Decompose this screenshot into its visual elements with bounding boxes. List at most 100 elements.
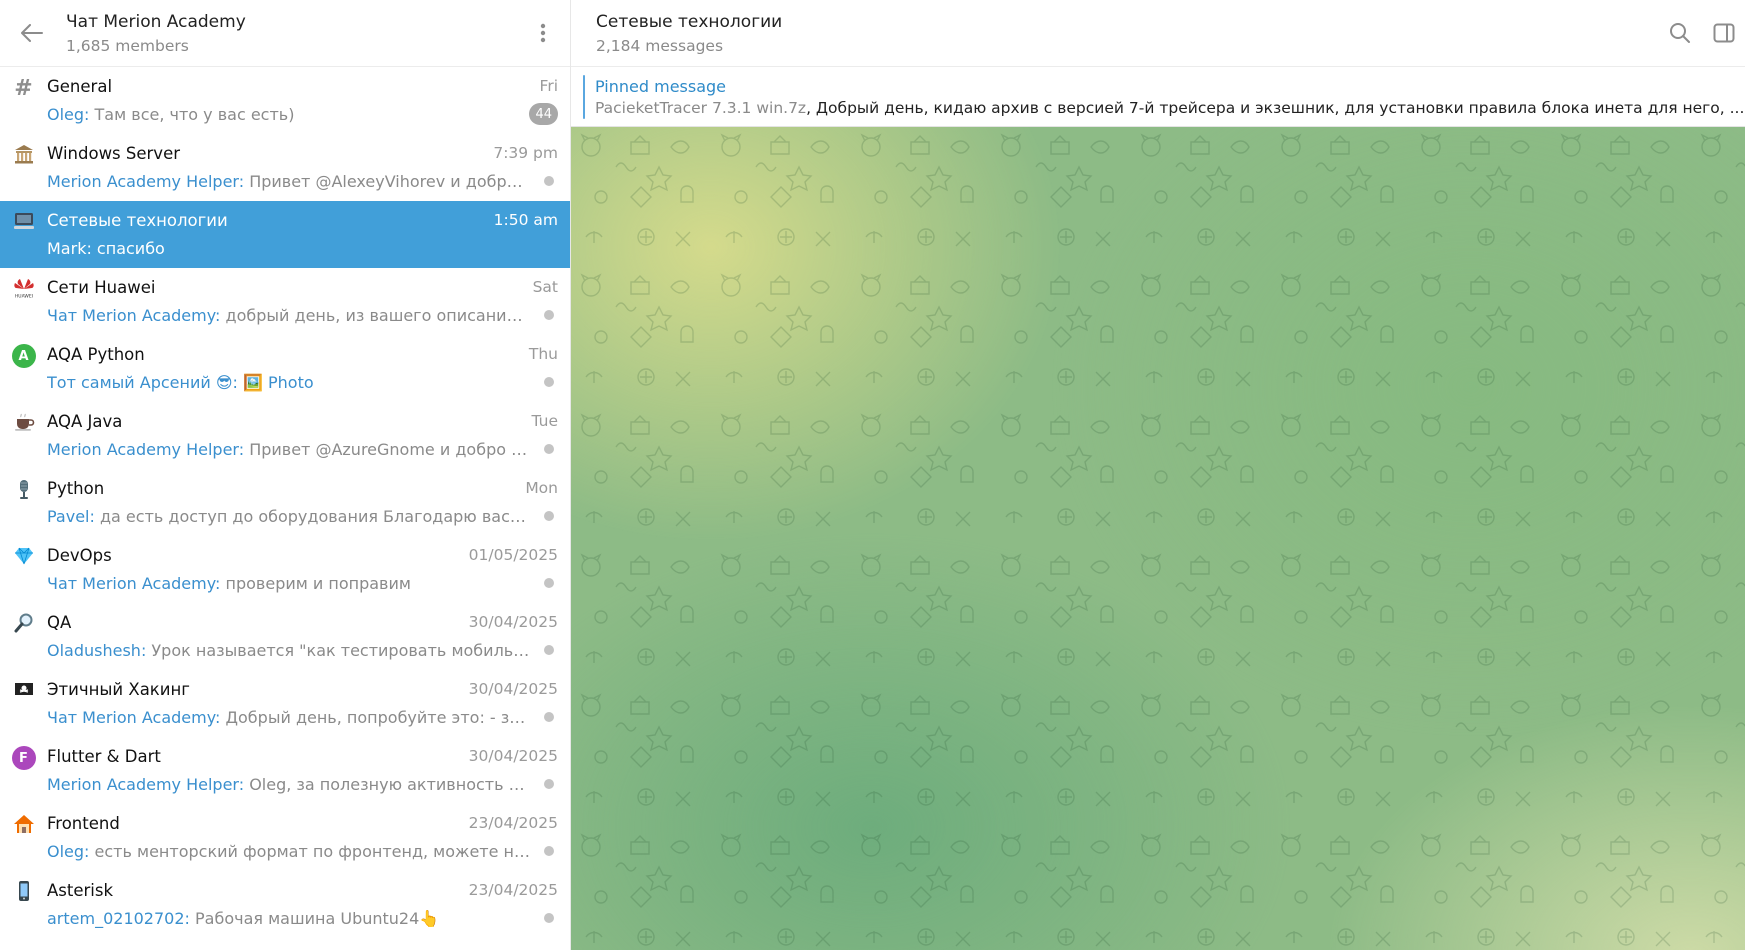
topic-message: Рабочая машина Ubuntu24👆 [189,908,440,928]
topic-sender: Mark: [47,238,92,258]
topic-item[interactable]: QA 30/04/2025 Oladushesh: Урок называется… [0,603,570,670]
huawei-logo-icon: HUAWEI [0,268,47,335]
topic-message: Oleg, за полезную активность ты по... [249,774,532,794]
topic-time: 30/04/2025 [468,613,558,631]
topic-name: Frontend [47,813,120,833]
topic-time: Fri [539,77,558,95]
topic-item[interactable]: AQA Java Tue Merion Academy Helper: Приве… [0,402,570,469]
house-icon [0,804,47,871]
computer-icon [0,201,47,268]
muted-dot [544,578,554,588]
topic-name: Сети Huawei [47,277,156,297]
magnifier-icon [0,603,47,670]
topic-name: Этичный Хакинг [47,679,190,699]
topic-message: спасибо [91,238,165,258]
topic-item[interactable]: Python Mon Pavel: да есть доступ до обору… [0,469,570,536]
chat-panel: Сетевые технологии 2,184 messages Pinned… [571,0,1745,950]
topic-time: 1:50 am [493,211,558,229]
topic-sender: Oladushesh: [47,640,147,660]
topic-sender: Merion Academy Helper: [47,774,245,794]
topic-time: Tue [531,412,558,430]
microphone-icon [0,469,47,536]
unread-badge: 44 [529,103,558,125]
topic-time: 23/04/2025 [468,814,558,832]
diamond-icon [0,536,47,603]
member-count: 1,685 members [66,36,189,55]
coffee-icon [0,402,47,469]
pinned-preview: PacieketTracer 7.3.1 win.7z, Добрый день… [595,99,1744,117]
topic-name: Сетевые технологии [47,210,228,230]
phone-icon [0,871,47,938]
muted-dot [544,913,554,923]
doodle-pattern [571,127,1745,950]
topic-message: Урок называется "как тестировать мобильн… [146,640,532,660]
topic-message: Привет @AlexeyVihorev и добро по... [244,171,532,191]
pirate-flag-icon [0,670,47,737]
topic-sender: Чат Merion Academy: [47,573,221,593]
topic-item[interactable]: DevOps 01/05/2025 Чат Merion Academy: про… [0,536,570,603]
topic-preview: Oleg: есть менторский формат по фронтенд… [47,842,532,861]
topic-message: 🖼️ Photo [237,372,314,392]
topic-message: проверим и поправим [220,573,411,593]
topic-time: Sat [532,278,558,296]
search-icon [1670,23,1691,43]
topic-message: Там все, что у вас есть) [89,104,295,124]
more-vertical-icon [540,23,546,43]
topic-item[interactable]: Asterisk 23/04/2025 artem_02102702: Рабоч… [0,871,570,938]
topic-name: Flutter & Dart [47,746,161,766]
topic-item[interactable]: F Flutter & Dart 30/04/2025 Merion Academ… [0,737,570,804]
group-title: Чат Merion Academy [66,11,246,32]
topic-item[interactable]: # General Fri Oleg: Там все, что у вас ес… [0,67,570,134]
letter-a-icon: A [0,335,47,402]
topic-sender: Merion Academy Helper: [47,439,245,459]
chat-title[interactable]: Сетевые технологии [596,12,1658,32]
topic-item[interactable]: Этичный Хакинг 30/04/2025 Чат Merion Acad… [0,670,570,737]
topic-preview: Тот самый Арсений 😎: 🖼️ Photo [47,373,532,392]
topic-name: Asterisk [47,880,114,900]
topic-preview: Merion Academy Helper: Привет @AlexeyVih… [47,172,532,191]
topic-sender: Oleg: [47,104,90,124]
muted-dot [544,176,554,186]
muted-dot [544,645,554,655]
topic-name: AQA Java [47,411,123,431]
topic-item[interactable]: A AQA Python Thu Тот самый Арсений 😎: 🖼️ … [0,335,570,402]
muted-dot [544,310,554,320]
chat-header: Сетевые технологии 2,184 messages [571,0,1745,67]
topic-message: Привет @AzureGnome и добро пож... [244,439,532,459]
pinned-file: PacieketTracer 7.3.1 win.7z [595,98,807,117]
topic-sender: Тот самый Арсений 😎: [47,372,238,392]
topic-name: Python [47,478,105,498]
topic-time: 23/04/2025 [468,881,558,899]
toggle-sidebar-button[interactable] [1702,11,1745,55]
topic-sender: Oleg: [47,841,90,861]
topic-item-active[interactable]: Сетевые технологии 1:50 am Mark: спасибо [0,201,570,268]
topic-item[interactable]: HUAWEI Сети Huawei Sat Чат Merion Academy… [0,268,570,335]
muted-dot [544,511,554,521]
pinned-message-bar[interactable]: Pinned message PacieketTracer 7.3.1 win.… [571,67,1745,127]
topic-item[interactable]: Windows Server 7:39 pm Merion Academy Hel… [0,134,570,201]
muted-dot [544,712,554,722]
topic-time: Thu [528,345,558,363]
back-button[interactable] [14,15,50,51]
topic-message: есть менторский формат по фронтенд, може… [89,841,532,861]
topic-name: DevOps [47,545,112,565]
sidebar-menu-button[interactable] [528,15,558,51]
side-panel-icon [1713,23,1735,43]
pinned-text: , Добрый день, кидаю архив с версией 7-й… [806,98,1745,117]
pinned-indicator [583,74,585,119]
letter-f-icon: F [0,737,47,804]
arrow-left-icon [21,24,43,42]
search-button[interactable] [1658,11,1702,55]
topic-preview: Pavel: да есть доступ до оборудования Бл… [47,507,532,526]
muted-dot [544,846,554,856]
topic-item[interactable]: Frontend 23/04/2025 Oleg: есть менторский… [0,804,570,871]
topic-sender: Merion Academy Helper: [47,171,245,191]
topics-sidebar: Чат Merion Academy 1,685 members # Gener… [0,0,571,950]
topic-preview: Oleg: Там все, что у вас есть) [47,105,521,124]
topic-preview: Oladushesh: Урок называется "как тестиро… [47,641,532,660]
muted-dot [544,779,554,789]
hash-icon: # [14,76,33,101]
topic-time: 01/05/2025 [468,546,558,564]
topic-time: 30/04/2025 [468,680,558,698]
topic-preview: Merion Academy Helper: Oleg, за полезную… [47,775,532,794]
